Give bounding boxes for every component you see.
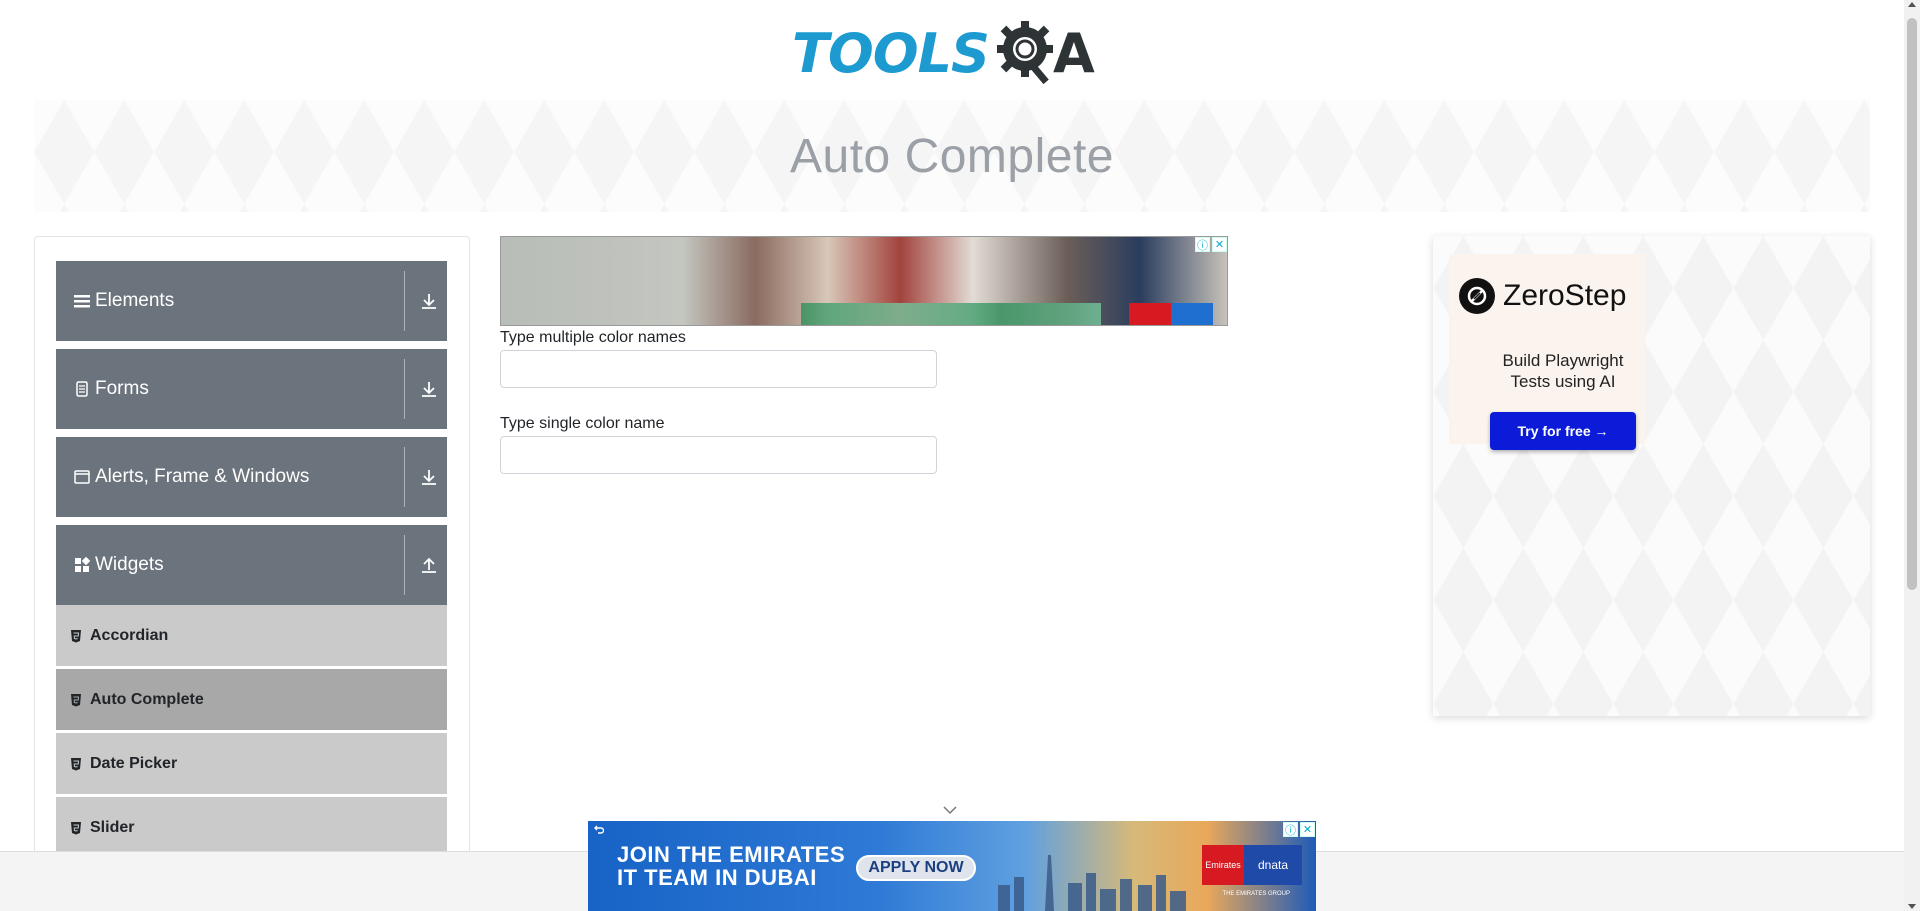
zerostep-tagline: Build Playwright Tests using AI xyxy=(1449,350,1677,392)
bottom-ad-controls: ⓘ ✕ xyxy=(1283,822,1315,837)
logo-text: TOOLS xyxy=(792,21,990,85)
zerostep-name: ZeroStep xyxy=(1503,279,1627,312)
emirates-logo: Emirates xyxy=(1202,845,1244,885)
dnata-logo: dnata xyxy=(1244,845,1302,885)
left-sidebar: Elements Forms Alerts, Frame & Windows W… xyxy=(34,236,470,911)
ad-close-icon[interactable]: ✕ xyxy=(1300,822,1315,837)
divider xyxy=(404,271,405,331)
sidebar-item-label: Accordian xyxy=(90,626,169,644)
sidebar-group-alerts[interactable]: Alerts, Frame & Windows xyxy=(56,437,447,517)
ad-info-icon[interactable]: ⓘ xyxy=(1195,237,1210,252)
sidebar-group-widgets[interactable]: Widgets xyxy=(56,525,447,605)
collapse-arrow-icon[interactable] xyxy=(419,555,439,575)
try-for-free-button[interactable]: Try for free → xyxy=(1490,412,1636,450)
zerostep-brand: ZeroStep xyxy=(1459,278,1626,314)
gear-magnifier-icon xyxy=(996,21,1053,85)
sidebar-item-auto-complete[interactable]: Auto Complete xyxy=(56,669,447,731)
scroll-up-icon[interactable] xyxy=(1908,2,1916,7)
sidebar-item-slider[interactable]: Slider xyxy=(56,797,447,859)
sidebar-item-label: Slider xyxy=(90,818,135,836)
tagline-line-1: Build Playwright xyxy=(1502,351,1624,370)
html5-icon xyxy=(71,757,81,770)
tagline-line-2: Tests using AI xyxy=(1510,372,1616,391)
sidebar-item-date-picker[interactable]: Date Picker xyxy=(56,733,447,795)
top-ad-controls: ⓘ ✕ xyxy=(1195,237,1227,252)
sidebar-group-elements[interactable]: Elements xyxy=(56,261,447,341)
logo-tail: A xyxy=(1052,21,1095,85)
bottom-ad-emirates[interactable]: JOIN THE EMIRATES IT TEAM IN DUBAI APPLY… xyxy=(588,821,1316,911)
divider xyxy=(404,359,405,419)
sidebar-group-forms[interactable]: Forms xyxy=(56,349,447,429)
zerostep-logo-icon xyxy=(1459,278,1495,314)
chevron-down-icon[interactable] xyxy=(942,804,958,816)
html5-icon xyxy=(71,693,81,706)
sidebar-group-label: Forms xyxy=(95,378,149,399)
html5-icon xyxy=(71,821,81,834)
ad-headline: JOIN THE EMIRATES IT TEAM IN DUBAI xyxy=(617,843,845,889)
window-icon xyxy=(73,468,91,486)
scroll-thumb[interactable] xyxy=(1907,18,1917,590)
multiple-color-label: Type multiple color names xyxy=(500,329,686,346)
divider xyxy=(404,447,405,507)
page-banner: Auto Complete xyxy=(34,100,1870,212)
ad-info-icon[interactable]: ⓘ xyxy=(1283,822,1298,837)
top-ad-banner[interactable] xyxy=(500,236,1228,326)
headline-line-2: IT TEAM IN DUBAI xyxy=(617,865,817,890)
sidebar-group-label: Widgets xyxy=(95,554,164,575)
sidebar-group-label: Elements xyxy=(95,290,175,311)
ad-close-icon[interactable]: ✕ xyxy=(1212,237,1227,252)
ad-replay-icon[interactable] xyxy=(594,825,604,835)
page-scrollbar[interactable] xyxy=(1904,0,1920,911)
zerostep-card: ZeroStep Build Playwright Tests using AI… xyxy=(1449,254,1645,450)
widgets-icon xyxy=(73,556,91,574)
hamburger-icon xyxy=(73,292,91,310)
sidebar-item-accordian[interactable]: Accordian xyxy=(56,605,447,667)
multiple-color-input[interactable] xyxy=(500,350,937,388)
single-color-input[interactable] xyxy=(500,436,937,474)
scroll-down-icon[interactable] xyxy=(1908,904,1916,909)
document-icon xyxy=(73,380,91,398)
single-color-label: Type single color name xyxy=(500,415,665,432)
ad-logos xyxy=(1129,303,1213,325)
dubai-skyline-image xyxy=(998,855,1186,911)
apply-now-button[interactable]: APPLY NOW xyxy=(856,855,976,881)
sidebar-item-label: Auto Complete xyxy=(90,690,204,708)
sidebar-group-label: Alerts, Frame & Windows xyxy=(95,466,310,487)
sidebar-item-label: Date Picker xyxy=(90,754,178,772)
expand-arrow-icon[interactable] xyxy=(419,291,439,311)
divider xyxy=(404,535,405,595)
right-ad-zerostep[interactable]: ZeroStep Build Playwright Tests using AI… xyxy=(1433,236,1870,716)
emirates-dnata-logo: Emirates dnata xyxy=(1202,845,1302,885)
headline-line-1: JOIN THE EMIRATES xyxy=(617,842,846,867)
ad-image-gates xyxy=(801,303,1101,325)
expand-arrow-icon[interactable] xyxy=(419,467,439,487)
toolsqa-logo[interactable]: TOOLS A xyxy=(792,16,1116,90)
expand-arrow-icon[interactable] xyxy=(419,379,439,399)
html5-icon xyxy=(71,629,81,642)
page-title: Auto Complete xyxy=(789,129,1114,183)
ad-group-tag: THE EMIRATES GROUP xyxy=(1222,891,1290,897)
